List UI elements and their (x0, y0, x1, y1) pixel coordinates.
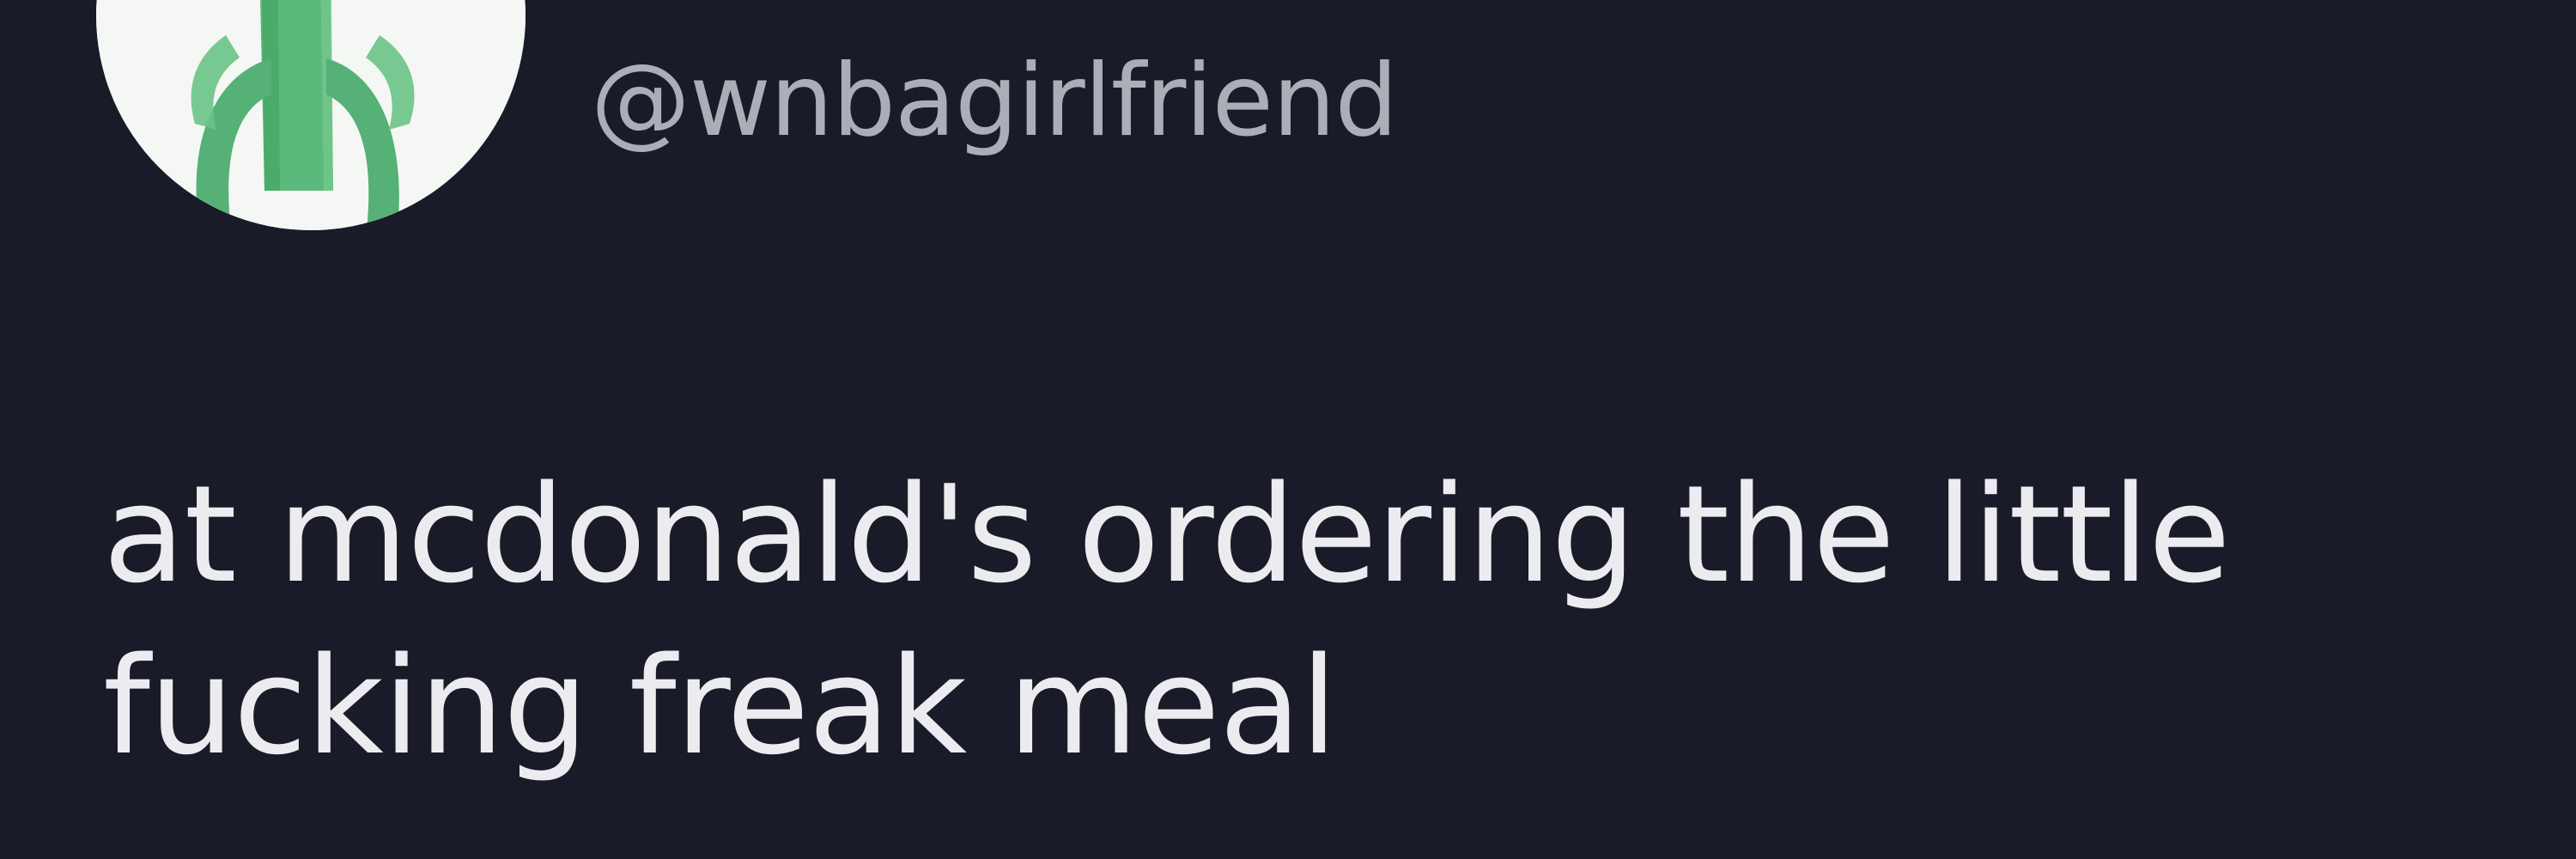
green-figure-avatar-icon (96, 0, 526, 230)
user-handle[interactable]: @wnbagirlfriend (591, 41, 1398, 161)
tweet-card: @wnbagirlfriend at mcdonald's ordering t… (0, 0, 2576, 859)
tweet-text-line-2: fucking freak meal (103, 628, 1338, 784)
profile-avatar[interactable] (96, 0, 526, 230)
tweet-text-line-1: at mcdonald's ordering the little (103, 456, 2231, 612)
tweet-text: at mcdonald's ordering the little fuckin… (103, 448, 2473, 792)
